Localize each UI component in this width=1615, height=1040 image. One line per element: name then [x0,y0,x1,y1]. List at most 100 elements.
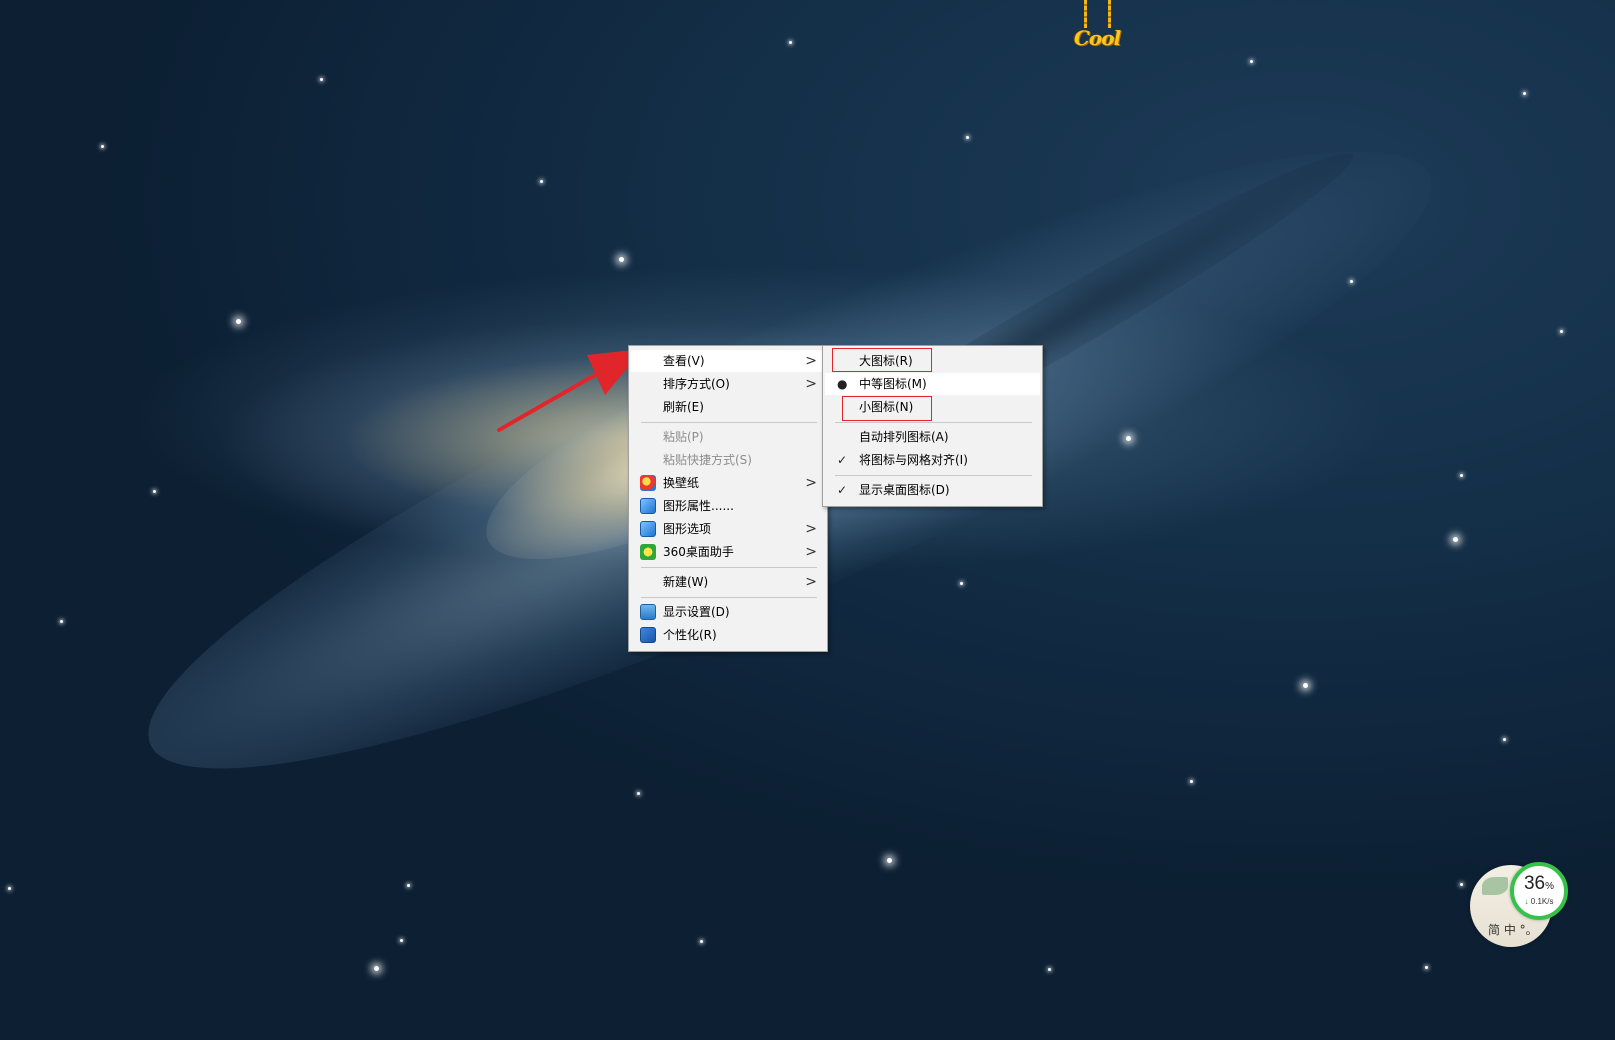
star [1250,60,1253,63]
ime-indicator: 简 中 °。 [1488,923,1538,937]
usage-percent-unit: % [1545,881,1555,892]
star [236,319,241,324]
submenu-arrow-icon: > [805,475,817,491]
menu-item-label: 图形选项 [663,522,712,536]
star [320,78,323,81]
annotation-arrow-icon [497,349,643,432]
menu-item-label: 360桌面助手 [663,545,734,559]
star [619,257,624,262]
star [8,887,11,890]
star [966,136,969,139]
submenu-item-auto-arrange[interactable]: 自动排列图标(A) [825,426,1040,448]
menu-separator [641,567,817,568]
star [789,41,792,44]
star [1190,780,1193,783]
leaf-decoration [1482,877,1508,895]
desktop-wallpaper[interactable]: Cool 查看(V) > 排序方式(O) > 刷新(E) 粘贴(P) 粘贴快捷方… [0,0,1615,1040]
menu-item-label: 将图标与网格对齐(I) [859,453,968,467]
submenu-arrow-icon: > [805,521,817,537]
star [1560,330,1563,333]
menu-separator [641,422,817,423]
graphics-properties-icon [640,498,656,514]
menu-item-label: 查看(V) [663,354,705,368]
menu-item-label: 显示桌面图标(D) [859,483,950,497]
ornament-text: Cool [1074,26,1121,50]
star [540,180,543,183]
menu-item-graphics-properties[interactable]: 图形属性...... [631,495,825,517]
cool-ornament: Cool [1074,0,1124,52]
annotation-box-large-icons [832,348,932,372]
menu-item-label: 显示设置(D) [663,605,730,619]
menu-item-label: 图形属性...... [663,499,734,513]
menu-item-label: 中等图标(M) [859,377,927,391]
submenu-arrow-icon: > [805,574,817,590]
menu-item-paste-shortcut: 粘贴快捷方式(S) [631,449,825,471]
checkmark-icon: ✓ [837,453,848,467]
ornament-chain-right [1108,0,1111,28]
star [637,792,640,795]
star [887,858,892,863]
star [960,582,963,585]
menu-item-label: 换壁纸 [663,476,700,490]
star [1460,883,1463,886]
menu-item-graphics-options[interactable]: 图形选项 > [631,518,825,540]
menu-item-view[interactable]: 查看(V) > [631,350,825,372]
star [1453,537,1458,542]
submenu-item-medium-icons[interactable]: ● 中等图标(M) [825,373,1040,395]
menu-item-display-settings[interactable]: 显示设置(D) [631,601,825,623]
star [1350,280,1353,283]
net-speed: ↓ 0.1K/s [1514,897,1564,906]
network-speed-widget[interactable]: 简 中 °。 36% ↓ 0.1K/s [1470,862,1574,948]
submenu-item-align-to-grid[interactable]: ✓ 将图标与网格对齐(I) [825,449,1040,471]
menu-item-label: 粘贴(P) [663,430,704,444]
menu-item-new[interactable]: 新建(W) > [631,571,825,593]
star [1048,968,1051,971]
star [1425,966,1428,969]
wallpaper-icon [640,475,656,491]
radio-bullet-icon: ● [837,377,848,391]
menu-item-label: 排序方式(O) [663,377,730,391]
submenu-arrow-icon: > [805,544,817,560]
net-speed-value: 0.1K/s [1530,897,1554,906]
download-arrow-icon: ↓ [1524,897,1529,906]
menu-item-360-assistant[interactable]: 360桌面助手 > [631,541,825,563]
desktop-context-menu: 查看(V) > 排序方式(O) > 刷新(E) 粘贴(P) 粘贴快捷方式(S) … [628,345,828,652]
360-assistant-icon [640,544,656,560]
star [1503,738,1506,741]
menu-item-personalize[interactable]: 个性化(R) [631,624,825,646]
menu-separator [835,475,1032,476]
star [1460,474,1463,477]
display-settings-icon [640,604,656,620]
ornament-chain-left [1084,0,1087,28]
menu-item-refresh[interactable]: 刷新(E) [631,396,825,418]
checkmark-icon: ✓ [837,483,848,497]
menu-item-label: 新建(W) [663,575,709,589]
personalize-icon [640,627,656,643]
star [407,884,410,887]
menu-item-label: 刷新(E) [663,400,704,414]
star [400,939,403,942]
star [374,966,379,971]
star [1523,92,1526,95]
menu-separator [835,422,1032,423]
menu-item-label: 粘贴快捷方式(S) [663,453,752,467]
star [1303,683,1308,688]
star [101,145,104,148]
submenu-arrow-icon: > [805,353,817,369]
star [1126,436,1131,441]
star [153,490,156,493]
star [700,940,703,943]
menu-item-sort-by[interactable]: 排序方式(O) > [631,373,825,395]
menu-item-paste: 粘贴(P) [631,426,825,448]
submenu-item-show-desktop-icons[interactable]: ✓ 显示桌面图标(D) [825,479,1040,501]
star [60,620,63,623]
menu-item-label: 自动排列图标(A) [859,430,949,444]
usage-percent-value: 36 [1523,873,1546,894]
menu-item-change-wallpaper[interactable]: 换壁纸 > [631,472,825,494]
memory-usage-ring[interactable]: 36% ↓ 0.1K/s [1510,862,1568,920]
menu-item-label: 个性化(R) [663,628,717,642]
graphics-options-icon [640,521,656,537]
submenu-arrow-icon: > [805,376,817,392]
annotation-box-small-icons [842,396,932,421]
menu-separator [641,597,817,598]
